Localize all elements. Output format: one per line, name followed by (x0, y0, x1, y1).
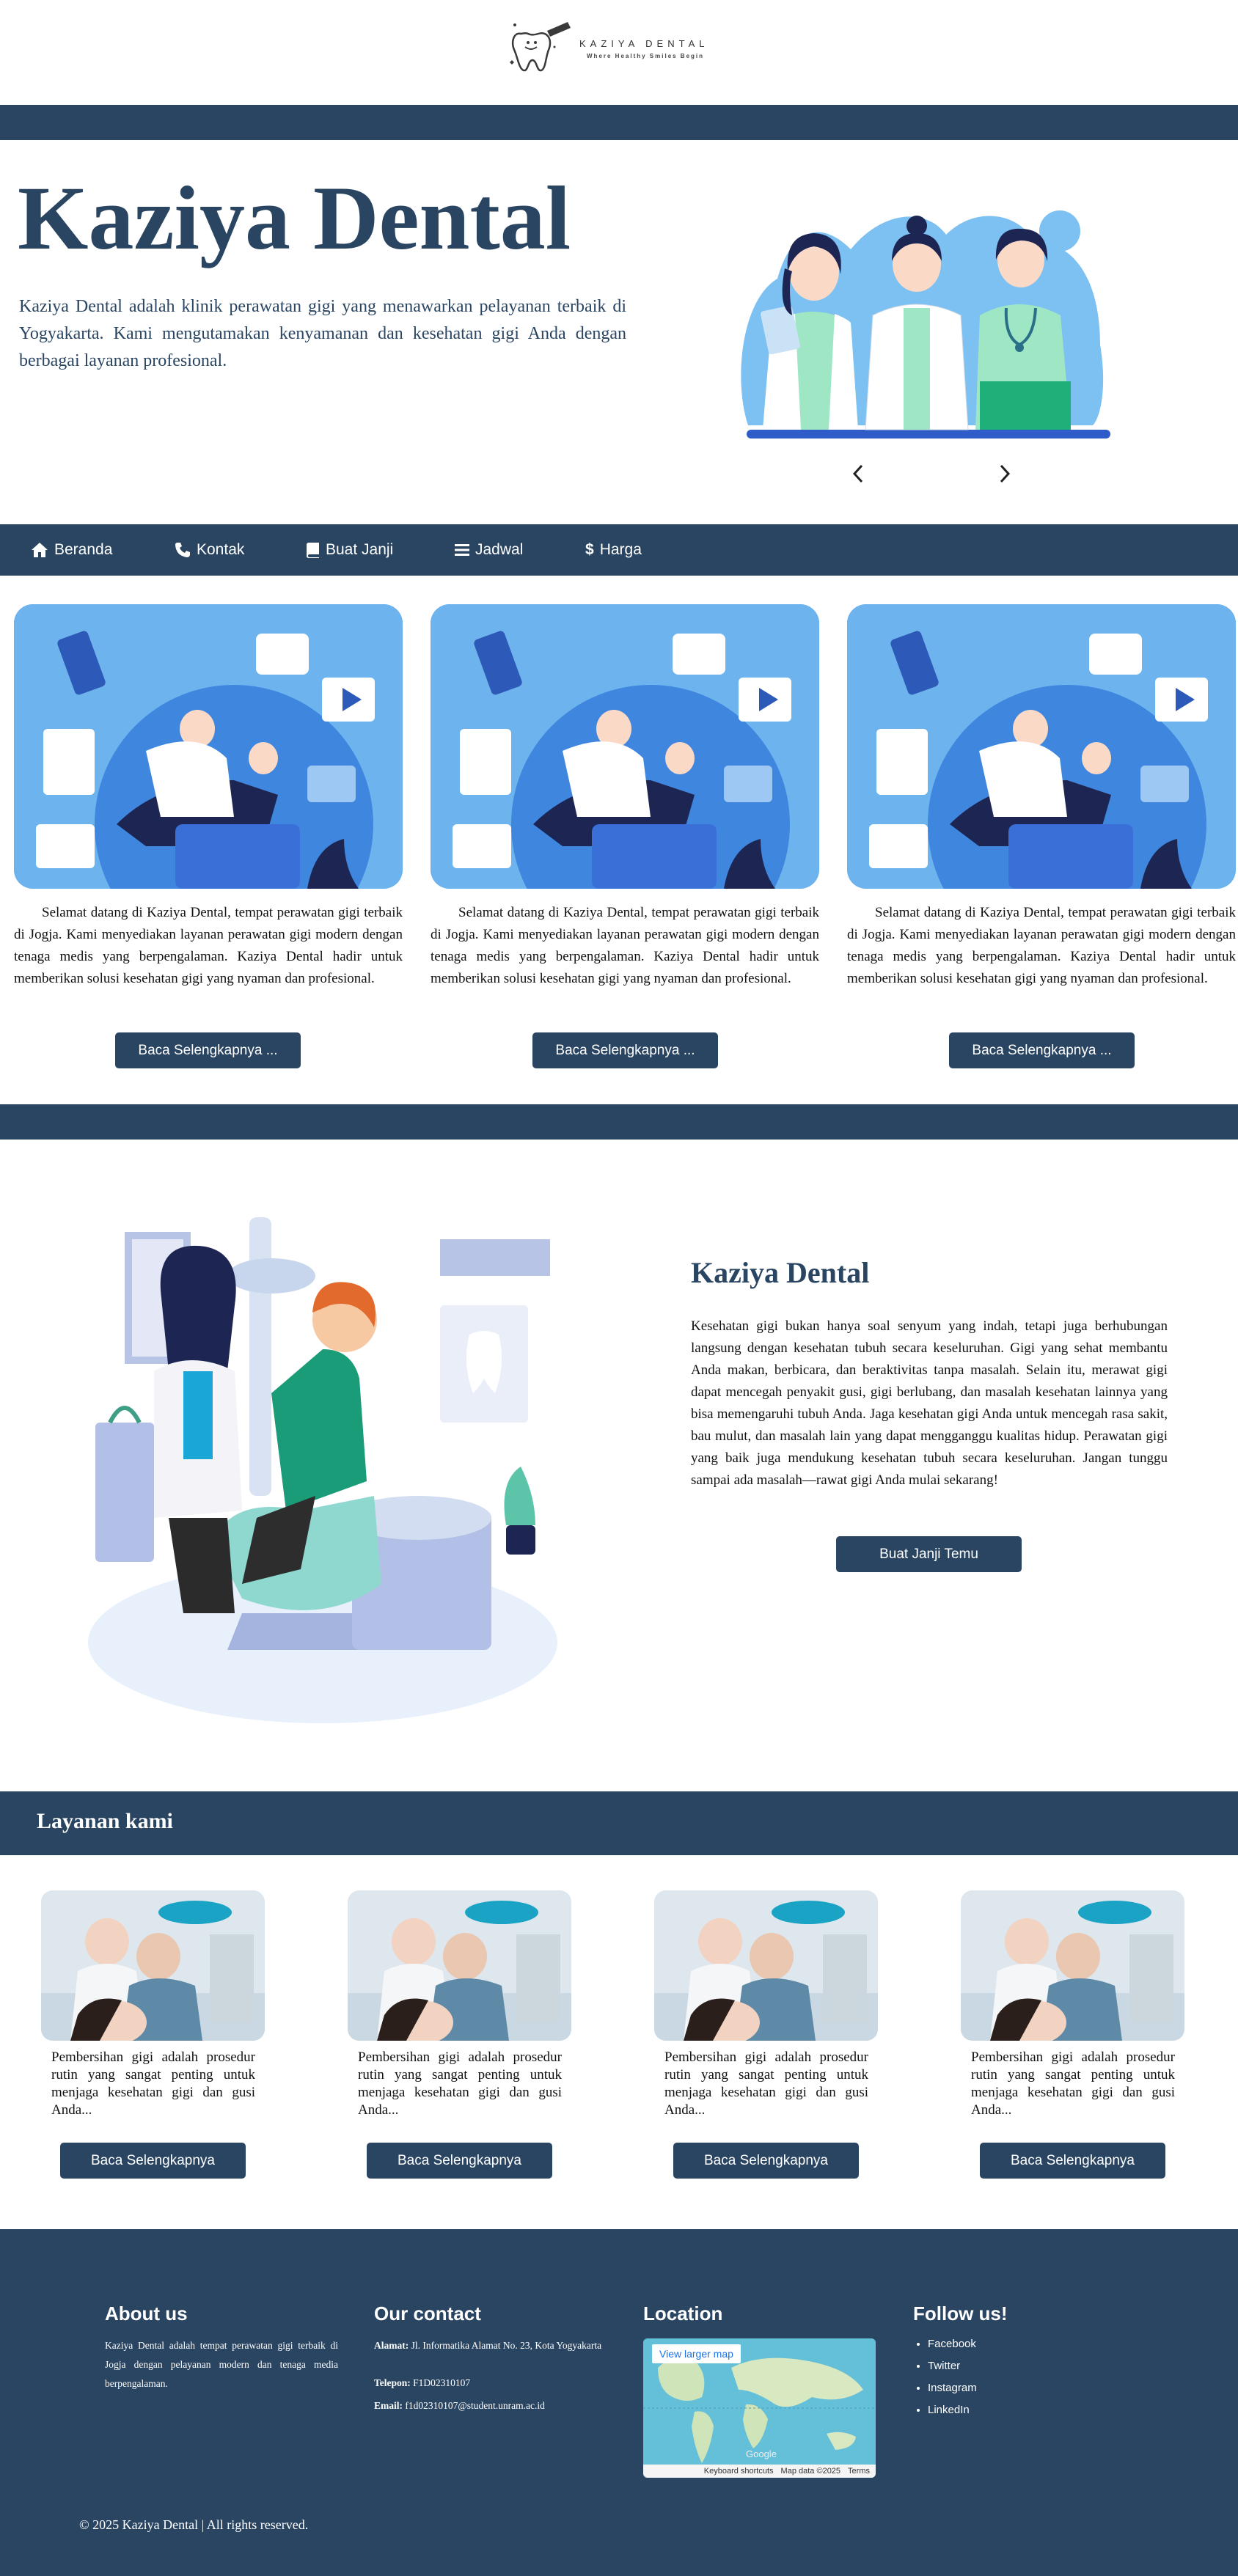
service-read-more-button[interactable]: Baca Selengkapnya (60, 2143, 246, 2179)
footer-contact-heading: Our contact (374, 2302, 481, 2324)
card-text: Selamat datang di Kaziya Dental, tempat … (847, 905, 1236, 986)
list-icon (455, 544, 469, 556)
tooth-logo-icon (510, 22, 571, 72)
phone-value: F1D02310107 (410, 2377, 471, 2388)
copyright: © 2025 Kaziya Dental | All rights reserv… (79, 2517, 309, 2532)
dentist-chair-illustration (847, 604, 1236, 889)
dental-cleaning-photo (348, 1890, 571, 2041)
view-larger-map-link[interactable]: View larger map (652, 2344, 741, 2363)
section-divider (0, 1104, 1238, 1140)
dentist-chair-illustration (14, 604, 403, 889)
carousel-prev-icon[interactable] (851, 463, 865, 484)
card-image (431, 604, 819, 889)
phone-icon (175, 543, 190, 557)
nav-label: Buat Janji (326, 541, 394, 558)
phone-label: Telepon: (374, 2377, 411, 2388)
logo-text: KAZIYA DENTAL (579, 38, 709, 49)
map-terms-link[interactable]: Terms (848, 2467, 870, 2476)
services-header: Layanan kami (0, 1791, 1238, 1855)
footer-about-heading: About us (105, 2302, 188, 2324)
service-text: Pembersihan gigi adalah prosedur rutin y… (971, 2050, 1175, 2118)
card-text: Selamat datang di Kaziya Dental, tempat … (431, 905, 819, 986)
nav-item-harga[interactable]: $ Harga (585, 524, 642, 576)
dentist-patient-illustration (88, 1217, 557, 1723)
footer-address: Alamat: Jl. Informatika Alamat No. 23, K… (374, 2336, 607, 2355)
nav-label: Jadwal (475, 541, 524, 558)
social-links: Facebook Twitter Instagram LinkedIn (913, 2333, 977, 2421)
service-read-more-button[interactable]: Baca Selengkapnya (367, 2143, 552, 2179)
logo[interactable]: KAZIYA DENTAL Where Healthy Smiles Begin (506, 18, 741, 76)
google-logo: Google (746, 2448, 777, 2459)
nav-bar: Beranda Kontak Buat Janji Jadwal $ Harga (0, 524, 1238, 576)
service-image (41, 1890, 265, 2041)
map-keyboard-shortcuts[interactable]: Keyboard shortcuts (704, 2467, 774, 2476)
nav-item-kontak[interactable]: Kontak (175, 524, 244, 576)
nav-item-beranda[interactable]: Beranda (31, 524, 112, 576)
card-image (14, 604, 403, 889)
service-read-more-button[interactable]: Baca Selengkapnya (673, 2143, 859, 2179)
card-text: Selamat datang di Kaziya Dental, tempat … (14, 905, 403, 986)
service-text: Pembersihan gigi adalah prosedur rutin y… (664, 2050, 868, 2118)
service-read-more-button[interactable]: Baca Selengkapnya (980, 2143, 1165, 2179)
footer-phone: Telepon: F1D02310107 (374, 2374, 607, 2393)
hero-description: Kaziya Dental adalah klinik perawatan gi… (19, 297, 626, 370)
footer-about-text: Kaziya Dental adalah tempat perawatan gi… (105, 2340, 338, 2389)
service-text: Pembersihan gigi adalah prosedur rutin y… (51, 2050, 255, 2118)
instagram-link[interactable]: Instagram (928, 2377, 977, 2399)
book-icon (307, 543, 319, 558)
logo-tagline: Where Healthy Smiles Begin (587, 53, 705, 59)
home-icon (32, 543, 48, 557)
dental-cleaning-photo (654, 1890, 878, 2041)
nav-label: Kontak (197, 541, 245, 558)
dentist-chair-illustration (431, 604, 819, 889)
footer-email: Email: f1d02310107@student.unram.ac.id (374, 2396, 616, 2415)
service-image (961, 1890, 1184, 2041)
map-attribution: Keyboard shortcuts Map data ©2025 Terms (643, 2465, 876, 2478)
dental-cleaning-photo (961, 1890, 1184, 2041)
top-band (0, 105, 1238, 140)
read-more-button[interactable]: Baca Selengkapnya ... (532, 1032, 718, 1068)
footer-location-heading: Location (643, 2302, 723, 2324)
dental-cleaning-photo (41, 1890, 265, 2041)
address-label: Alamat: (374, 2340, 409, 2351)
carousel-next-icon[interactable] (997, 463, 1012, 484)
service-text: Pembersihan gigi adalah prosedur rutin y… (358, 2050, 562, 2118)
dollar-icon: $ (585, 541, 594, 558)
services-heading: Layanan kami (37, 1809, 173, 1833)
about-title: Kaziya Dental (691, 1256, 870, 1289)
twitter-link[interactable]: Twitter (928, 2355, 977, 2377)
hero-title: Kaziya Dental (18, 168, 571, 268)
book-appointment-button[interactable]: Buat Janji Temu (836, 1536, 1022, 1572)
footer-follow-heading: Follow us! (913, 2302, 1008, 2324)
read-more-button[interactable]: Baca Selengkapnya ... (115, 1032, 301, 1068)
linkedin-link[interactable]: LinkedIn (928, 2399, 977, 2421)
nav-label: Harga (599, 541, 642, 558)
facebook-link[interactable]: Facebook (928, 2333, 977, 2355)
service-image (654, 1890, 878, 2041)
map-data-credit: Map data ©2025 (780, 2467, 841, 2476)
nav-label: Beranda (54, 541, 113, 558)
card-image (847, 604, 1236, 889)
read-more-button[interactable]: Baca Selengkapnya ... (949, 1032, 1135, 1068)
nav-item-buat-janji[interactable]: Buat Janji (307, 524, 393, 576)
email-value: f1d02310107@student.unram.ac.id (403, 2400, 545, 2411)
hero-doctors-illustration (741, 210, 1110, 438)
map-embed[interactable]: View larger map Google Keyboard shortcut… (643, 2338, 876, 2478)
email-label: Email: (374, 2400, 403, 2411)
address-value: Jl. Informatika Alamat No. 23, Kota Yogy… (409, 2340, 602, 2351)
nav-item-jadwal[interactable]: Jadwal (455, 524, 523, 576)
service-image (348, 1890, 571, 2041)
about-text: Kesehatan gigi bukan hanya soal senyum y… (691, 1318, 1168, 1488)
